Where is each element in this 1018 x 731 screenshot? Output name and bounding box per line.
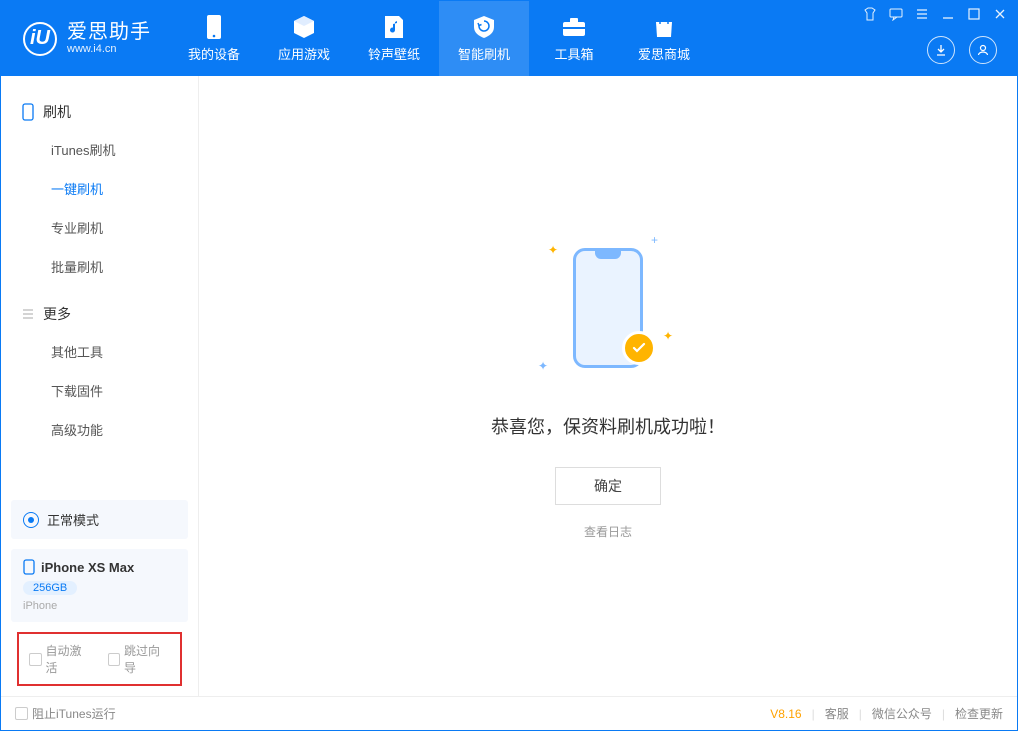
- sidebar: 刷机 iTunes刷机 一键刷机 专业刷机 批量刷机 更多 其他工具 下载固件 …: [1, 76, 199, 696]
- nav-tab-device[interactable]: 我的设备: [169, 1, 259, 76]
- checkbox-label: 阻止iTunes运行: [32, 705, 116, 722]
- checkbox-box-icon: [29, 653, 42, 666]
- menu-icon[interactable]: [915, 7, 929, 21]
- app-window: iU 爱思助手 www.i4.cn 我的设备 应用游戏 铃声壁纸 智能刷机: [0, 0, 1018, 731]
- nav-tab-flash[interactable]: 智能刷机: [439, 1, 529, 76]
- section-label: 刷机: [43, 102, 71, 122]
- support-link[interactable]: 客服: [825, 705, 849, 722]
- nav-label: 应用游戏: [278, 44, 330, 63]
- download-icon[interactable]: [927, 36, 955, 64]
- sidebar-section-flash: 刷机: [1, 94, 198, 130]
- toolbox-icon: [561, 14, 587, 40]
- device-capacity: 256GB: [23, 581, 77, 595]
- nav-tabs: 我的设备 应用游戏 铃声壁纸 智能刷机 工具箱 爱思商城: [169, 1, 709, 76]
- checkbox-skip-guide[interactable]: 跳过向导: [108, 642, 171, 676]
- device-icon: [201, 14, 227, 40]
- shirt-icon[interactable]: [863, 7, 877, 21]
- minimize-icon[interactable]: [941, 7, 955, 21]
- logo-area: iU 爱思助手 www.i4.cn: [1, 1, 169, 76]
- device-mode-card[interactable]: 正常模式: [11, 500, 188, 539]
- status-dot-icon: [23, 512, 39, 528]
- shield-refresh-icon: [471, 14, 497, 40]
- nav-label: 智能刷机: [458, 44, 510, 63]
- success-illustration: ✦ + ✦ ✦: [538, 233, 678, 383]
- separator: |: [859, 707, 862, 721]
- sidebar-item-batch-flash[interactable]: 批量刷机: [1, 247, 198, 286]
- phone-small-icon: [23, 559, 35, 575]
- sparkle-icon: +: [651, 233, 658, 247]
- sparkle-icon: ✦: [538, 359, 548, 373]
- logo-text: 爱思助手 www.i4.cn: [67, 21, 151, 55]
- sidebar-item-download-firmware[interactable]: 下载固件: [1, 371, 198, 410]
- nav-tab-toolbox[interactable]: 工具箱: [529, 1, 619, 76]
- device-name: iPhone XS Max: [41, 560, 134, 575]
- device-mode-label: 正常模式: [47, 510, 99, 529]
- device-type: iPhone: [23, 600, 176, 612]
- sidebar-item-itunes-flash[interactable]: iTunes刷机: [1, 130, 198, 169]
- checkbox-box-icon: [15, 707, 28, 720]
- checkbox-label: 跳过向导: [124, 642, 170, 676]
- feedback-icon[interactable]: [889, 7, 903, 21]
- nav-tab-ringtones[interactable]: 铃声壁纸: [349, 1, 439, 76]
- check-update-link[interactable]: 检查更新: [955, 705, 1003, 722]
- nav-label: 工具箱: [554, 44, 593, 63]
- footer-left: 阻止iTunes运行: [15, 705, 116, 722]
- sidebar-bottom: 正常模式 iPhone XS Max 256GB iPhone 自动激活: [1, 490, 198, 696]
- checkbox-block-itunes[interactable]: 阻止iTunes运行: [15, 705, 116, 722]
- sidebar-section-more: 更多: [1, 296, 198, 332]
- checkbox-box-icon: [108, 653, 121, 666]
- checkbox-label: 自动激活: [46, 642, 92, 676]
- nav-label: 爱思商城: [638, 44, 690, 63]
- nav-tab-store[interactable]: 爱思商城: [619, 1, 709, 76]
- footer: 阻止iTunes运行 V8.16 | 客服 | 微信公众号 | 检查更新: [1, 696, 1017, 730]
- version-label: V8.16: [770, 707, 801, 721]
- header-right-icons: [927, 36, 997, 64]
- list-icon: [21, 307, 35, 321]
- main-content: ✦ + ✦ ✦ 恭喜您，保资料刷机成功啦！ 确定 查看日志: [199, 76, 1017, 696]
- separator: |: [812, 707, 815, 721]
- cube-icon: [291, 14, 317, 40]
- checkbox-auto-activate[interactable]: 自动激活: [29, 642, 92, 676]
- sparkle-icon: ✦: [548, 243, 558, 257]
- nav-label: 铃声壁纸: [368, 44, 420, 63]
- header: iU 爱思助手 www.i4.cn 我的设备 应用游戏 铃声壁纸 智能刷机: [1, 1, 1017, 76]
- ok-button[interactable]: 确定: [555, 467, 661, 505]
- wechat-link[interactable]: 微信公众号: [872, 705, 932, 722]
- device-card[interactable]: iPhone XS Max 256GB iPhone: [11, 549, 188, 622]
- body: 刷机 iTunes刷机 一键刷机 专业刷机 批量刷机 更多 其他工具 下载固件 …: [1, 76, 1017, 696]
- footer-right: V8.16 | 客服 | 微信公众号 | 检查更新: [770, 705, 1003, 722]
- music-file-icon: [381, 14, 407, 40]
- sparkle-icon: ✦: [663, 329, 673, 343]
- nav-label: 我的设备: [188, 44, 240, 63]
- sidebar-item-pro-flash[interactable]: 专业刷机: [1, 208, 198, 247]
- close-icon[interactable]: [993, 7, 1007, 21]
- highlighted-checkbox-row: 自动激活 跳过向导: [17, 632, 182, 686]
- app-title: 爱思助手: [67, 21, 151, 43]
- sidebar-item-advanced[interactable]: 高级功能: [1, 410, 198, 449]
- device-name-row: iPhone XS Max: [23, 559, 176, 575]
- view-log-link[interactable]: 查看日志: [584, 523, 632, 540]
- sidebar-item-oneclick-flash[interactable]: 一键刷机: [1, 169, 198, 208]
- section-label: 更多: [43, 304, 71, 324]
- bag-icon: [651, 14, 677, 40]
- app-subtitle: www.i4.cn: [67, 43, 151, 55]
- window-controls: [863, 7, 1007, 21]
- nav-tab-apps[interactable]: 应用游戏: [259, 1, 349, 76]
- sidebar-item-other-tools[interactable]: 其他工具: [1, 332, 198, 371]
- success-message: 恭喜您，保资料刷机成功啦！: [491, 413, 725, 439]
- user-icon[interactable]: [969, 36, 997, 64]
- app-logo-icon: iU: [23, 22, 57, 56]
- check-badge-icon: [622, 331, 656, 365]
- phone-outline-icon: [21, 103, 35, 121]
- maximize-icon[interactable]: [967, 7, 981, 21]
- separator: |: [942, 707, 945, 721]
